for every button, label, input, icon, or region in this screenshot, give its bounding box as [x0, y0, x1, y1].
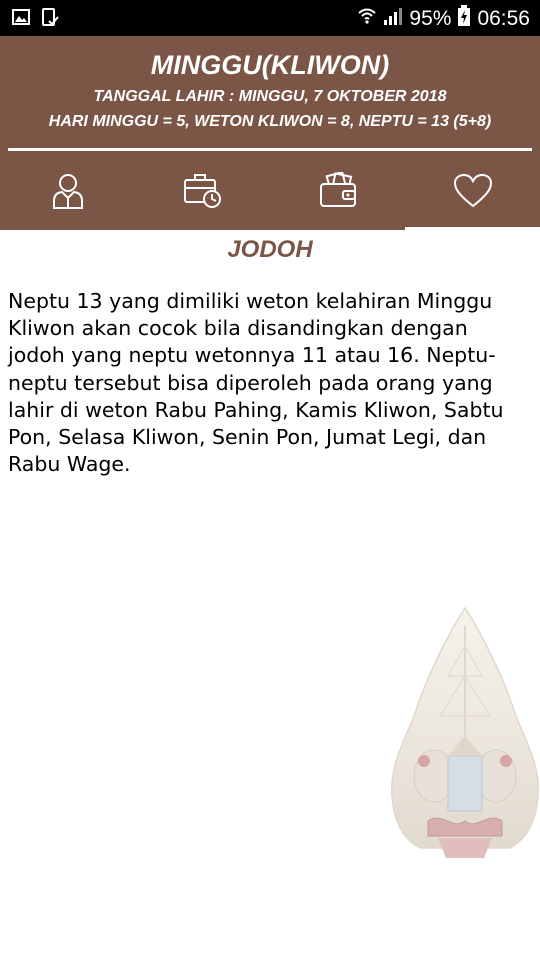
- heart-icon: [453, 173, 493, 214]
- clock: 06:56: [477, 6, 530, 30]
- status-bar: 95% 06:56: [0, 0, 540, 36]
- wallet-icon: [318, 170, 358, 215]
- gunungan-wayang-icon: [388, 606, 540, 864]
- notification-icons: [12, 8, 60, 33]
- tab-fortune[interactable]: [270, 156, 405, 230]
- birth-date-line: TANGGAL LAHIR : MINGGU, 7 OKTOBER 2018: [93, 88, 447, 105]
- header-divider: [8, 148, 532, 151]
- wifi-icon: [357, 6, 377, 31]
- page-title: MINGGU(KLIWON): [150, 50, 390, 80]
- tab-career[interactable]: [135, 156, 270, 230]
- battery-percent: 95%: [409, 6, 452, 30]
- match-description: Neptu 13 yang dimiliki weton kelahiran M…: [8, 289, 504, 477]
- tab-bar: [0, 156, 540, 230]
- neptu-line: HARI MINGGU = 5, WETON KLIWON = 8, NEPTU…: [48, 113, 492, 130]
- briefcase-clock-icon: [183, 172, 223, 215]
- tab-personality[interactable]: [0, 156, 135, 230]
- section-title: JODOH: [227, 236, 313, 263]
- signal-icon: [383, 6, 403, 31]
- header: MINGGU(KLIWON) TANGGAL LAHIR : MINGGU, 7…: [0, 36, 540, 233]
- battery-charging-icon: [457, 5, 471, 32]
- download-check-icon: [40, 8, 60, 33]
- tab-match[interactable]: [405, 156, 540, 230]
- person-icon: [51, 172, 85, 215]
- system-status: 95% 06:56: [357, 5, 530, 32]
- selected-tab-indicator: [405, 227, 540, 233]
- image-notification-icon: [12, 8, 30, 33]
